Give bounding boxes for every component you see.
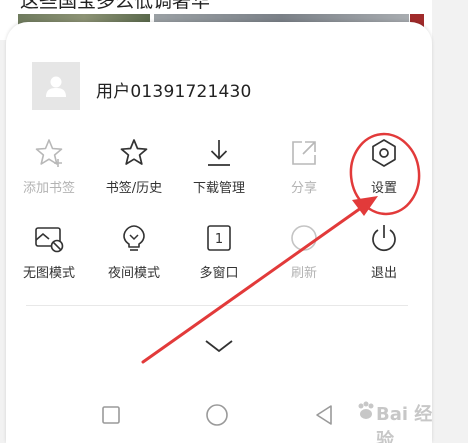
menu-item-downloads[interactable]: 下载管理: [176, 137, 262, 207]
menu-item-night-mode[interactable]: 夜间模式: [91, 222, 177, 292]
menu-divider: [26, 305, 408, 306]
window-count-icon: 1: [207, 225, 231, 251]
menu-item-label: 下载管理: [192, 181, 245, 196]
triangle-back-icon[interactable]: [311, 402, 337, 428]
menu-item-settings[interactable]: 设置: [341, 137, 427, 207]
circle-icon[interactable]: [204, 402, 230, 428]
refresh-icon: [291, 225, 317, 251]
menu-item-label: 分享: [290, 181, 317, 196]
no-image-icon: [35, 227, 64, 253]
menu-item-label: 无图模式: [22, 266, 75, 281]
menu-item-label: 多窗口: [199, 266, 239, 281]
menu-item-label: 添加书签: [22, 181, 75, 196]
watermark: Bai 经验: [356, 398, 440, 443]
person-icon: [46, 76, 66, 97]
menu-item-bookmarks-history[interactable]: 书签/历史: [91, 137, 177, 207]
download-icon: [208, 140, 230, 166]
share-icon: [292, 141, 316, 165]
window-count: 1: [215, 232, 223, 247]
avatar[interactable]: [32, 62, 80, 110]
chevron-down-icon[interactable]: [203, 336, 235, 356]
star-plus-icon: [35, 139, 63, 167]
power-icon: [372, 225, 396, 251]
bulb-icon: [123, 225, 145, 251]
star-icon: [120, 139, 148, 165]
menu-item-no-image-mode[interactable]: 无图模式: [6, 222, 92, 292]
background-headline: 这些国宝多么低调奢华: [20, 0, 211, 12]
watermark-text: Bai 经验: [376, 404, 433, 443]
menu-item-exit[interactable]: 退出: [341, 222, 427, 292]
menu-item-label: 刷新: [290, 266, 317, 281]
menu-item-refresh[interactable]: 刷新: [261, 222, 347, 292]
menu-item-add-bookmark[interactable]: 添加书签: [6, 137, 92, 207]
menu-item-label: 书签/历史: [105, 181, 163, 196]
menu-item-label: 夜间模式: [107, 266, 160, 281]
menu-item-label: 退出: [370, 266, 397, 281]
user-name[interactable]: 用户01391721430: [96, 77, 252, 102]
paw-icon: [358, 401, 374, 419]
menu-item-label: 设置: [370, 181, 397, 196]
square-icon[interactable]: [98, 402, 124, 428]
menu-item-multi-window[interactable]: 1 多窗口: [176, 222, 262, 292]
settings-hexagon-icon: [372, 139, 396, 167]
background-edge: [432, 0, 468, 443]
browser-menu-sheet: 用户01391721430 添加书签 书签/历史 下载管理 分享 设置 无图模式…: [6, 22, 432, 443]
menu-item-share[interactable]: 分享: [261, 137, 347, 207]
